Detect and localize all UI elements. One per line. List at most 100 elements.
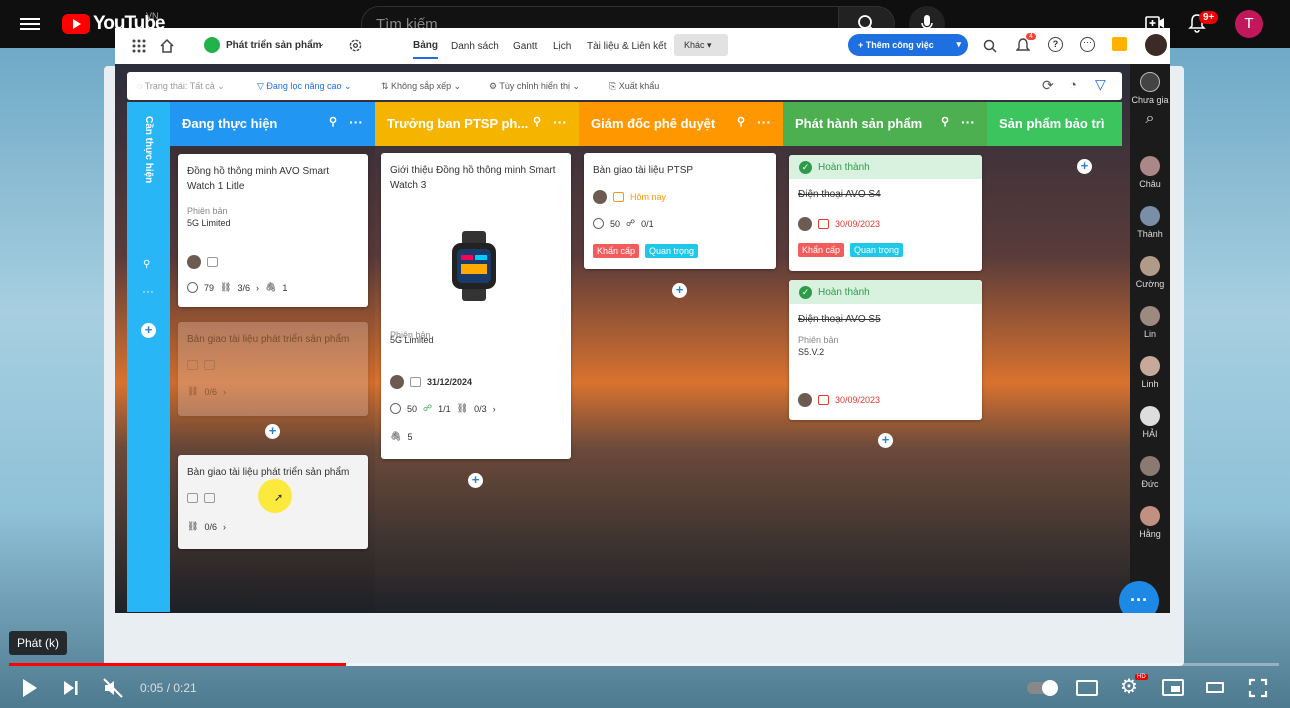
user-item[interactable]: Linh: [1130, 356, 1170, 389]
user-item[interactable]: HẢI: [1130, 406, 1170, 439]
chevron-right-icon[interactable]: ›: [493, 404, 496, 414]
user-item[interactable]: Hằng: [1130, 506, 1170, 539]
task-card-dragging[interactable]: Bàn giao tài liệu phát triển sản phẩm ⛓ 0…: [178, 455, 368, 549]
autoplay-toggle[interactable]: [1027, 680, 1058, 696]
user-search-icon[interactable]: ⌕: [1130, 110, 1170, 128]
more-icon[interactable]: ···: [757, 114, 771, 130]
mute-icon[interactable]: [103, 678, 123, 698]
task-card[interactable]: Giới thiệu Đồng hồ thông minh Smart Watc…: [381, 153, 571, 459]
account-avatar[interactable]: T: [1235, 10, 1263, 38]
unassigned-user[interactable]: Chưa gia: [1130, 72, 1170, 105]
lane-header[interactable]: Đang thực hiện ⚲ ···: [170, 102, 375, 146]
settings-gear-icon[interactable]: [348, 38, 363, 53]
pin-icon[interactable]: ⚲: [329, 115, 337, 128]
tag-important[interactable]: Quan trọng: [645, 244, 699, 258]
lane-header[interactable]: Phát hành sản phẩm ⚲ ···: [783, 102, 987, 146]
advanced-filter[interactable]: ▽ Đang lọc nâng cao ⌄: [257, 81, 352, 92]
task-card[interactable]: Bàn giao tài liệu PTSP Hôm nay 50 ☍ 0/1 Kh…: [584, 153, 776, 269]
tag-urgent[interactable]: Khẩn cấp: [593, 244, 640, 258]
tab-list[interactable]: Danh sách: [451, 41, 499, 52]
user-item[interactable]: Lin: [1130, 306, 1170, 339]
lane-header[interactable]: Giám đốc phê duyệt ⚲ ···: [579, 102, 783, 146]
user-item[interactable]: Cường: [1130, 256, 1170, 289]
pin-icon[interactable]: ⚲: [533, 115, 541, 128]
more-options-icon[interactable]: ···: [1080, 37, 1095, 52]
help-icon[interactable]: ?: [1048, 37, 1063, 52]
chart-icon[interactable]: ◔: [1069, 77, 1077, 92]
more-icon[interactable]: ···: [553, 114, 567, 130]
card-assignees: [187, 255, 218, 269]
calendar-icon[interactable]: [204, 493, 215, 503]
calendar-icon[interactable]: [410, 377, 421, 387]
more-icon[interactable]: ···: [961, 114, 975, 130]
avatar[interactable]: [798, 217, 812, 231]
export-button[interactable]: ⎘ Xuất khẩu: [609, 81, 659, 92]
add-card-icon[interactable]: +: [672, 283, 687, 298]
avatar[interactable]: [187, 255, 201, 269]
card-title: Điện thoại AVO S5: [798, 314, 881, 325]
calendar-icon[interactable]: [818, 219, 829, 229]
board-toolbar: ◌ Trạng thái: Tất cả ⌄ ▽ Đang lọc nâng c…: [127, 72, 1122, 100]
project-selector[interactable]: Phát triển sản phẩm: [226, 40, 322, 51]
more-icon[interactable]: ···: [349, 114, 363, 130]
sort-selector[interactable]: ⇅ Không sắp xếp ⌄: [381, 81, 461, 92]
task-card-completed[interactable]: ✓ Hoàn thành Điện thoại AVO S5 Phiên bản …: [789, 280, 982, 420]
tag-urgent[interactable]: Khẩn cấp: [798, 243, 845, 257]
avatar[interactable]: [798, 393, 812, 407]
grid-menu-icon[interactable]: [132, 39, 146, 53]
tab-calendar[interactable]: Lịch: [553, 41, 571, 52]
miniplayer-icon[interactable]: [1162, 679, 1184, 696]
task-card[interactable]: Đồng hồ thông minh AVO Smart Watch 1 Lit…: [178, 154, 368, 307]
card-stats: 50 ☍ 0/1: [593, 218, 654, 229]
subtitles-icon[interactable]: [1076, 680, 1098, 696]
user-avatar[interactable]: [1145, 34, 1167, 56]
bell-icon[interactable]: [1016, 38, 1030, 53]
lane-header[interactable]: Sản phẩm bảo trì: [987, 102, 1122, 146]
add-card-icon[interactable]: +: [878, 433, 893, 448]
avatar[interactable]: [593, 190, 607, 204]
pin-icon[interactable]: ⚲: [143, 259, 150, 270]
theater-mode-icon[interactable]: [1206, 682, 1224, 693]
collapsed-lane[interactable]: Cần thực hiện ⚲ ··· +: [127, 102, 170, 612]
user-item[interactable]: Đức: [1130, 456, 1170, 489]
fullscreen-icon[interactable]: [1248, 678, 1268, 698]
play-icon[interactable]: [21, 678, 39, 698]
add-card-icon[interactable]: +: [468, 473, 483, 488]
home-icon[interactable]: [159, 38, 175, 54]
tag-important[interactable]: Quan trọng: [850, 243, 904, 257]
search-icon[interactable]: [983, 39, 997, 53]
calendar-icon[interactable]: [207, 257, 218, 267]
task-card-completed[interactable]: ✓ Hoàn thành Điện thoại AVO S4 30/09/2023…: [789, 155, 982, 271]
field-value: 5G Limited: [187, 218, 231, 228]
tab-board[interactable]: Bảng: [413, 40, 438, 59]
add-task-button[interactable]: + Thêm công việc ▾: [848, 34, 968, 56]
add-card-icon[interactable]: +: [1077, 159, 1092, 174]
chevron-right-icon[interactable]: ›: [256, 283, 259, 293]
avatar-placeholder-icon[interactable]: [187, 493, 198, 503]
pin-icon[interactable]: ⚲: [941, 115, 949, 128]
next-icon[interactable]: [62, 678, 80, 698]
avatar[interactable]: [390, 375, 404, 389]
tab-documents[interactable]: Tài liệu & Liên kết: [587, 41, 667, 52]
calendar-icon[interactable]: [613, 192, 624, 202]
calendar-icon[interactable]: [818, 395, 829, 405]
pin-icon[interactable]: ⚲: [737, 115, 745, 128]
chat-bubble-icon[interactable]: ···: [1119, 581, 1159, 613]
user-item[interactable]: Thành: [1130, 206, 1170, 239]
add-card-icon[interactable]: +: [141, 323, 156, 338]
progress-bar[interactable]: [9, 663, 1279, 666]
chevron-right-icon[interactable]: ›: [223, 522, 226, 532]
tab-gantt[interactable]: Gantt: [513, 41, 537, 52]
user-item[interactable]: Châu: [1130, 156, 1170, 189]
filter-icon[interactable]: ▽: [1095, 76, 1106, 93]
display-settings[interactable]: ⚙ Tùy chỉnh hiển thị ⌄: [489, 81, 580, 92]
add-card-icon[interactable]: +: [265, 424, 280, 439]
menu-icon[interactable]: [20, 15, 40, 33]
tab-more[interactable]: Khác ▾: [674, 34, 728, 56]
dropdown-icon[interactable]: ▾: [956, 39, 961, 50]
more-icon[interactable]: ···: [142, 284, 154, 298]
gift-icon[interactable]: [1112, 37, 1127, 51]
status-filter[interactable]: ◌ Trạng thái: Tất cả ⌄: [137, 81, 225, 92]
lane-header[interactable]: Trưởng ban PTSP ph... ⚲ ···: [375, 102, 579, 146]
refresh-icon[interactable]: ⟳: [1042, 77, 1054, 94]
